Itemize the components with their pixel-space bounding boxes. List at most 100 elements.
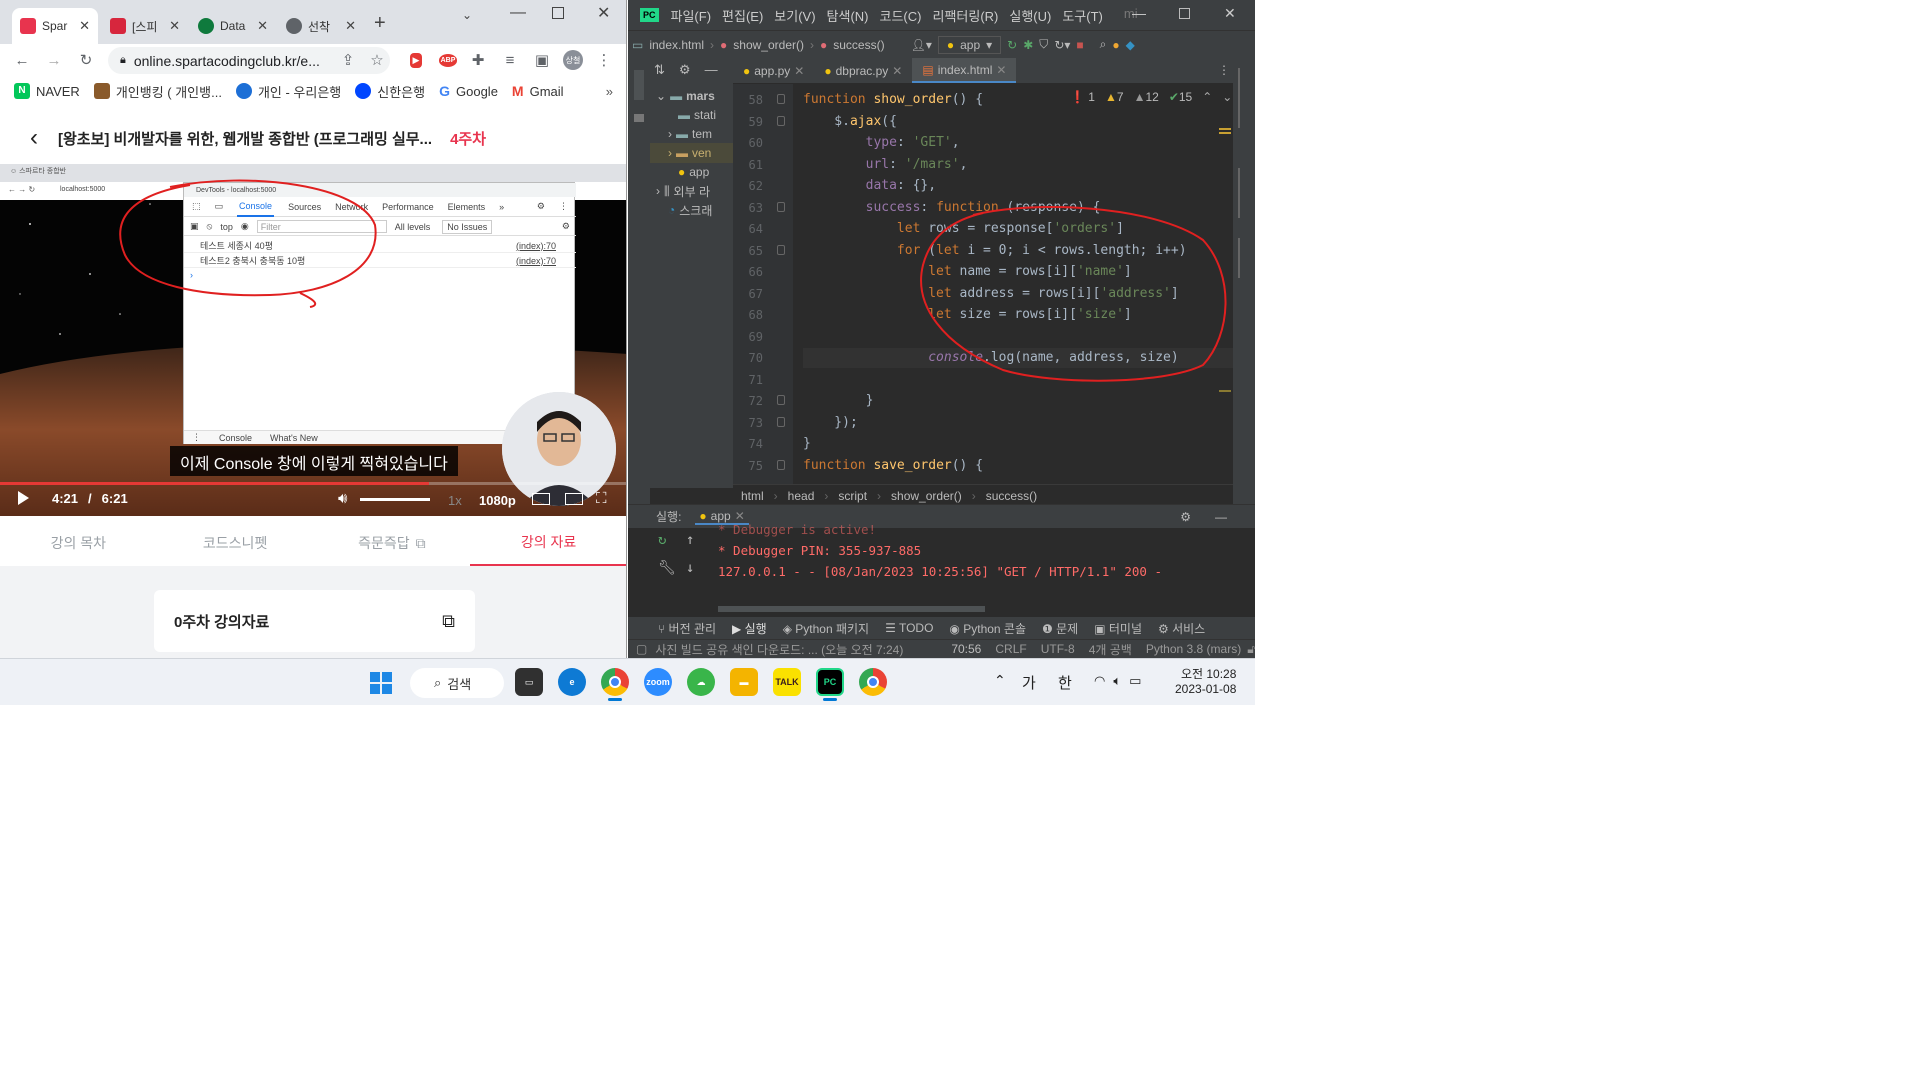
hide-run-panel-icon[interactable]: — bbox=[1215, 510, 1227, 524]
bookmark-naver[interactable]: N NAVER bbox=[14, 83, 80, 99]
bookmark-woori[interactable]: 개인 - 우리은행 bbox=[235, 82, 341, 101]
user-icon[interactable]: 👤︎▾ bbox=[911, 38, 932, 52]
pycharm-taskbar-icon[interactable]: PC bbox=[816, 668, 844, 696]
tab-lecture-materials[interactable]: 강의 자료 bbox=[470, 520, 626, 566]
line-app-icon[interactable]: ☁ bbox=[687, 668, 715, 696]
more-tabs-icon[interactable]: » bbox=[499, 202, 504, 212]
extensions-puzzle-icon[interactable]: ✚ bbox=[468, 50, 488, 70]
browser-tab-2[interactable]: [스피 ✕ bbox=[102, 8, 188, 44]
profile-icon[interactable]: ↻▾ bbox=[1054, 38, 1070, 52]
menu-file[interactable]: 파일(F) bbox=[671, 6, 712, 25]
run-console[interactable]: ↻ 🔧︎ ↑ ↓ * Debugger is active! * Debugge… bbox=[628, 522, 1255, 616]
tab-table-of-contents[interactable]: 강의 목차 bbox=[0, 520, 157, 566]
search-icon[interactable]: ⌕ bbox=[1100, 37, 1107, 52]
breadcrumb-item[interactable]: script bbox=[838, 489, 867, 503]
chrome-icon[interactable] bbox=[601, 668, 629, 696]
edge-icon[interactable]: e bbox=[558, 668, 586, 696]
close-tab-icon[interactable]: ✕ bbox=[996, 63, 1006, 77]
minimize-icon[interactable]: — bbox=[510, 4, 526, 22]
adblock-icon[interactable]: ABP bbox=[438, 53, 458, 67]
tab-qna[interactable]: 즉문즉답 ⧉ bbox=[314, 520, 471, 566]
prev-issue-icon[interactable]: ⌃ bbox=[1202, 90, 1212, 104]
structure-tool-button[interactable] bbox=[634, 114, 644, 122]
kakaotalk-icon[interactable]: TALK bbox=[773, 668, 801, 696]
speed-button[interactable]: 1x bbox=[448, 493, 462, 508]
breadcrumb-item[interactable]: head bbox=[788, 489, 815, 503]
back-icon[interactable]: ← bbox=[12, 50, 32, 70]
devtools-tab-elements[interactable]: Elements bbox=[448, 202, 486, 212]
rerun-icon[interactable]: ↻ bbox=[658, 532, 676, 548]
close-tab-icon[interactable]: ✕ bbox=[79, 18, 90, 34]
tool-run[interactable]: ▶ 실행 bbox=[732, 620, 767, 637]
browser-tab-3[interactable]: Data ✕ bbox=[190, 8, 276, 44]
scroll-up-icon[interactable]: ↑ bbox=[686, 532, 694, 548]
close-tab-icon[interactable]: ✕ bbox=[892, 64, 902, 78]
lock-icon[interactable]: 🔓︎ bbox=[1247, 642, 1255, 657]
tool-problems[interactable]: ❶ 문제 bbox=[1042, 620, 1078, 637]
tool-python-console[interactable]: ◉ Python 콘솔 bbox=[949, 620, 1026, 637]
close-tab-icon[interactable]: ✕ bbox=[794, 64, 804, 78]
more-bookmarks-icon[interactable]: » bbox=[606, 84, 626, 99]
bookmark-shinhan[interactable]: 신한은행 bbox=[355, 82, 425, 101]
hide-panel-icon[interactable]: — bbox=[705, 62, 718, 78]
chrome-menu-icon[interactable]: ⋮ bbox=[594, 50, 614, 70]
inspection-widget[interactable]: ❗ 1 ▲7 ▲12 ✔15 ⌃ ⌄ bbox=[1066, 90, 1237, 104]
log-source-link[interactable]: (index):70 bbox=[516, 256, 556, 266]
nav-function[interactable]: show_order() bbox=[733, 38, 804, 52]
fold-marker-icon[interactable] bbox=[777, 416, 785, 427]
tree-item-external-libs[interactable]: › ⫼ 외부 라 bbox=[656, 181, 710, 201]
chrome-icon[interactable] bbox=[859, 668, 887, 696]
fold-marker-icon[interactable] bbox=[777, 244, 785, 255]
nav-callback[interactable]: success() bbox=[833, 38, 884, 52]
tree-item-templates[interactable]: › ▬ tem bbox=[668, 124, 712, 144]
new-tab-icon[interactable]: + bbox=[374, 12, 386, 35]
devtools-settings-icon[interactable]: ⚙ bbox=[537, 201, 545, 212]
tree-item-mars[interactable]: ⌄ ▬ mars bbox=[656, 86, 715, 106]
back-chevron-icon[interactable]: ‹ bbox=[30, 124, 38, 152]
devtools-tab-performance[interactable]: Performance bbox=[382, 202, 434, 212]
quality-button[interactable]: 1080p bbox=[479, 493, 516, 508]
collapse-icon[interactable]: ⇅ bbox=[654, 62, 665, 78]
menu-tools[interactable]: 도구(T) bbox=[1062, 6, 1103, 25]
sciview-tool-button[interactable] bbox=[1238, 168, 1250, 218]
tool-services[interactable]: ⚙ 서비스 bbox=[1158, 620, 1205, 637]
menu-navigate[interactable]: 탐색(N) bbox=[827, 6, 869, 25]
tabs-menu-icon[interactable]: ⋮ bbox=[1218, 63, 1230, 77]
task-view-icon[interactable]: ▭ bbox=[515, 668, 543, 696]
issues-button[interactable]: No Issues bbox=[442, 219, 493, 234]
menu-refactor[interactable]: 리팩터링(R) bbox=[932, 6, 998, 25]
profile-avatar[interactable]: 상철 bbox=[563, 50, 583, 70]
ime-mode-label[interactable]: 가 bbox=[1022, 672, 1036, 693]
tab-search-icon[interactable]: ⌄ bbox=[462, 8, 472, 22]
ime-lang-label[interactable]: 한 bbox=[1058, 672, 1072, 693]
menu-code[interactable]: 코드(C) bbox=[880, 6, 922, 25]
drawer-menu-icon[interactable]: ⋮ bbox=[192, 432, 201, 443]
bookmark-banking[interactable]: 개인뱅킹 ( 개인뱅... bbox=[93, 82, 222, 101]
caret-position[interactable]: 70:56 bbox=[951, 642, 981, 656]
bookmark-google[interactable]: G Google bbox=[439, 83, 498, 99]
editor-tab-app-py[interactable]: ● app.py ✕ bbox=[733, 58, 814, 83]
forward-icon[interactable]: → bbox=[44, 50, 64, 70]
breadcrumb-item[interactable]: html bbox=[741, 489, 764, 503]
editor-tab-dbprac-py[interactable]: ● dbprac.py ✕ bbox=[814, 58, 912, 83]
notifications-tool-button[interactable] bbox=[1238, 238, 1250, 278]
run-config-select[interactable]: ● app ▾ bbox=[937, 35, 1002, 54]
drawer-tab-console[interactable]: Console bbox=[219, 433, 252, 443]
jetbrains-ai-icon[interactable]: ◆ bbox=[1126, 38, 1135, 52]
tool-python-packages[interactable]: ◈ Python 패키지 bbox=[783, 620, 869, 637]
line-separator[interactable]: CRLF bbox=[995, 642, 1026, 656]
project-tool-button[interactable] bbox=[634, 70, 644, 100]
fullscreen-icon[interactable]: ⛶ bbox=[596, 490, 607, 507]
next-issue-icon[interactable]: ⌄ bbox=[1222, 90, 1232, 104]
taskbar-search[interactable]: ⌕ 검색 bbox=[410, 668, 504, 698]
maximize-icon[interactable] bbox=[552, 7, 564, 19]
tree-item-app[interactable]: ● app bbox=[678, 162, 709, 182]
drawer-tab-whatsnew[interactable]: What's New bbox=[270, 433, 318, 443]
reload-icon[interactable]: ↻ bbox=[76, 50, 96, 70]
bookmark-gmail[interactable]: M Gmail bbox=[512, 83, 564, 99]
taskbar-clock[interactable]: 오전 10:28 2023-01-08 bbox=[1175, 667, 1236, 697]
close-tab-icon[interactable]: ✕ bbox=[257, 18, 268, 34]
minimize-icon[interactable]: — bbox=[1132, 5, 1146, 21]
indent-setting[interactable]: 4개 공백 bbox=[1089, 641, 1132, 658]
file-encoding[interactable]: UTF-8 bbox=[1041, 642, 1075, 656]
